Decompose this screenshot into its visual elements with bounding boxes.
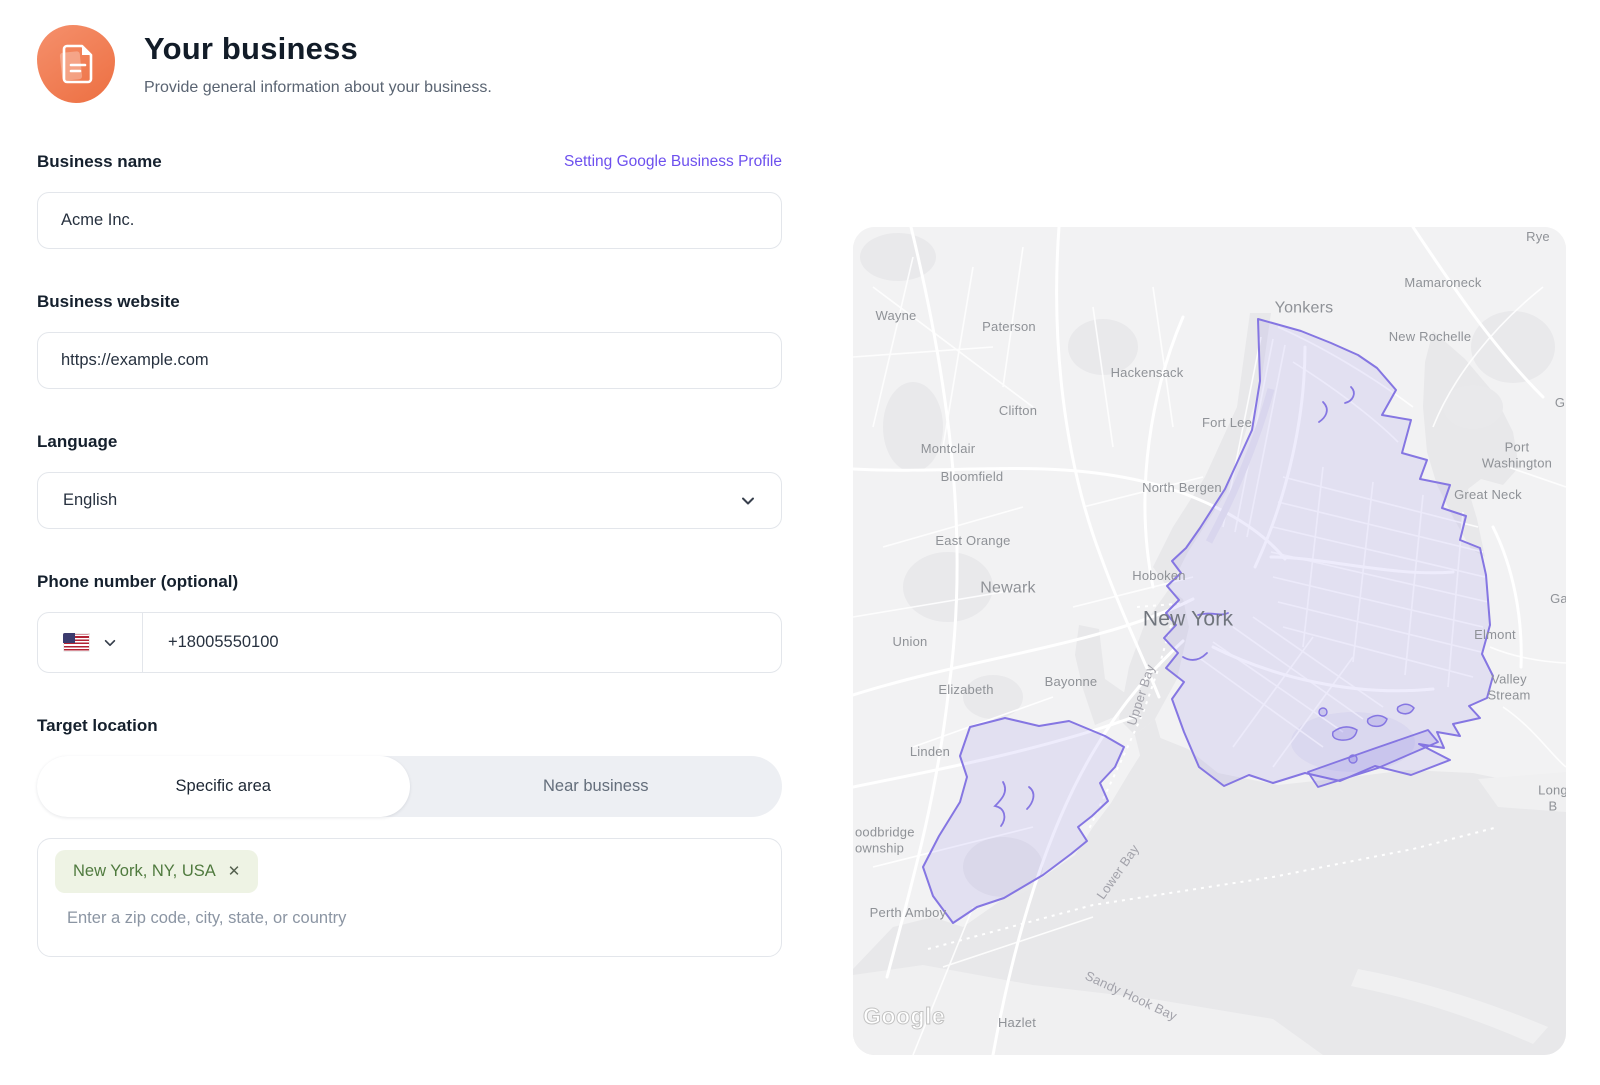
- target-location-field: Target location Specific area Near busin…: [37, 716, 782, 957]
- map-canvas: [853, 227, 1566, 1055]
- target-location-toggle: Specific area Near business: [37, 756, 782, 817]
- language-selected-value: English: [63, 491, 117, 510]
- page-subtitle: Provide general information about your b…: [144, 79, 492, 97]
- phone-label: Phone number (optional): [37, 572, 238, 592]
- location-chip-input[interactable]: New York, NY, USA ✕: [37, 838, 782, 957]
- toggle-specific-area[interactable]: Specific area: [37, 756, 410, 817]
- language-select[interactable]: English: [37, 472, 782, 529]
- google-logo[interactable]: Google: [863, 1003, 945, 1030]
- chevron-down-icon: [103, 636, 117, 650]
- business-name-field: Business name Setting Google Business Pr…: [37, 152, 782, 249]
- business-website-label: Business website: [37, 292, 180, 312]
- document-icon: [55, 41, 97, 87]
- phone-number-input[interactable]: [143, 613, 781, 672]
- business-name-label: Business name: [37, 152, 162, 172]
- language-label: Language: [37, 432, 117, 452]
- location-chip-text: New York, NY, USA: [73, 862, 216, 881]
- location-chip: New York, NY, USA ✕: [55, 850, 258, 893]
- toggle-near-business[interactable]: Near business: [410, 756, 783, 817]
- page-title: Your business: [144, 31, 492, 67]
- country-code-selector[interactable]: [38, 613, 143, 672]
- map[interactable]: RyeMamaroneckYonkersNew RochelleWaynePat…: [853, 227, 1566, 1055]
- business-website-field: Business website: [37, 292, 782, 389]
- us-flag-icon: [63, 633, 90, 652]
- business-name-input[interactable]: [37, 192, 782, 249]
- target-location-label: Target location: [37, 716, 158, 736]
- chip-remove-button[interactable]: ✕: [228, 864, 241, 879]
- business-website-input[interactable]: [37, 332, 782, 389]
- business-doc-icon: [37, 25, 115, 103]
- google-business-profile-link[interactable]: Setting Google Business Profile: [564, 153, 782, 171]
- page-header: Your business Provide general informatio…: [37, 25, 782, 103]
- phone-input-group: [37, 612, 782, 673]
- location-search-input[interactable]: [65, 908, 746, 929]
- chevron-down-icon: [740, 493, 756, 509]
- language-field: Language English: [37, 432, 782, 529]
- business-form-panel: Your business Provide general informatio…: [37, 25, 782, 957]
- phone-field: Phone number (optional): [37, 572, 782, 673]
